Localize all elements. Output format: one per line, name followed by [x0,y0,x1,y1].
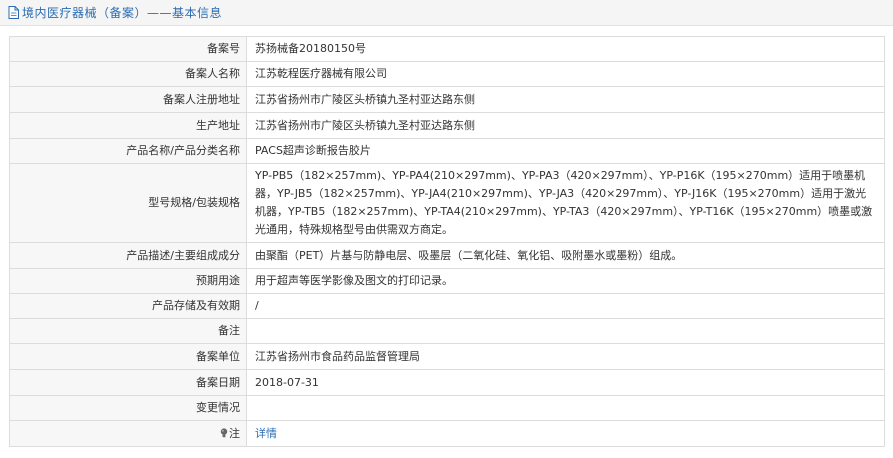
row-value-note: 详情 [246,420,885,447]
row-value-changes [246,395,885,421]
row-label-production-address: 生产地址 [9,112,247,139]
row-value-registrant-name: 江苏乾程医疗器械有限公司 [246,61,885,87]
row-label-record-date: 备案日期 [9,369,247,396]
row-value-record-unit: 江苏省扬州市食品药品监督管理局 [246,343,885,370]
row-label-note: 注 [9,420,247,447]
page-header: 境内医疗器械（备案）——基本信息 [0,0,893,26]
row-value-intended-use: 用于超声等医学影像及图文的打印记录。 [246,268,885,294]
row-label-intended-use: 预期用途 [9,268,247,294]
table-row: 型号规格/包装规格 YP-PB5（182×257mm)、YP-PA4(210×2… [9,163,885,243]
details-link[interactable]: 详情 [255,427,277,440]
table-row: 预期用途 用于超声等医学影像及图文的打印记录。 [9,268,885,294]
row-value-product-description: 由聚酯（PET）片基与防静电层、吸墨层（二氧化硅、氧化铝、吸附墨水或墨粉）组成。 [246,242,885,269]
row-value-production-address: 江苏省扬州市广陵区头桥镇九圣村亚达路东侧 [246,112,885,139]
table-row: 注 详情 [9,420,885,447]
table-row: 变更情况 [9,395,885,421]
document-icon [8,6,19,19]
row-value-remarks [246,318,885,344]
page-title: 境内医疗器械（备案）——基本信息 [22,6,223,20]
device-info-table: 备案号 苏扬械备20180150号 备案人名称 江苏乾程医疗器械有限公司 备案人… [9,36,885,447]
row-value-record-date: 2018-07-31 [246,369,885,396]
table-row: 备案人注册地址 江苏省扬州市广陵区头桥镇九圣村亚达路东侧 [9,86,885,113]
row-label-registrant-name: 备案人名称 [9,61,247,87]
row-value-registered-address: 江苏省扬州市广陵区头桥镇九圣村亚达路东侧 [246,86,885,113]
row-label-product-name: 产品名称/产品分类名称 [9,138,247,164]
table-row: 备案日期 2018-07-31 [9,369,885,396]
info-table-container: 备案号 苏扬械备20180150号 备案人名称 江苏乾程医疗器械有限公司 备案人… [9,36,885,447]
row-label-registered-address: 备案人注册地址 [9,86,247,113]
row-label-changes: 变更情况 [9,395,247,421]
note-label-text: 注 [229,426,240,440]
row-label-record-number: 备案号 [9,36,247,62]
table-row: 产品存储及有效期 / [9,293,885,319]
table-row: 备案单位 江苏省扬州市食品药品监督管理局 [9,343,885,370]
row-label-model-spec: 型号规格/包装规格 [9,163,247,243]
row-value-model-spec: YP-PB5（182×257mm)、YP-PA4(210×297mm)、YP-P… [246,163,885,243]
row-label-record-unit: 备案单位 [9,343,247,370]
row-label-storage-validity: 产品存储及有效期 [9,293,247,319]
table-row: 备注 [9,318,885,344]
row-value-product-name: PACS超声诊断报告胶片 [246,138,885,164]
table-row: 备案号 苏扬械备20180150号 [9,36,885,62]
row-value-storage-validity: / [246,293,885,319]
row-label-remarks: 备注 [9,318,247,344]
table-row: 产品名称/产品分类名称 PACS超声诊断报告胶片 [9,138,885,164]
table-row: 产品描述/主要组成成分 由聚酯（PET）片基与防静电层、吸墨层（二氧化硅、氧化铝… [9,242,885,269]
lightbulb-icon [220,427,228,437]
row-value-record-number: 苏扬械备20180150号 [246,36,885,62]
table-row: 备案人名称 江苏乾程医疗器械有限公司 [9,61,885,87]
row-label-product-description: 产品描述/主要组成成分 [9,242,247,269]
table-row: 生产地址 江苏省扬州市广陵区头桥镇九圣村亚达路东侧 [9,112,885,139]
